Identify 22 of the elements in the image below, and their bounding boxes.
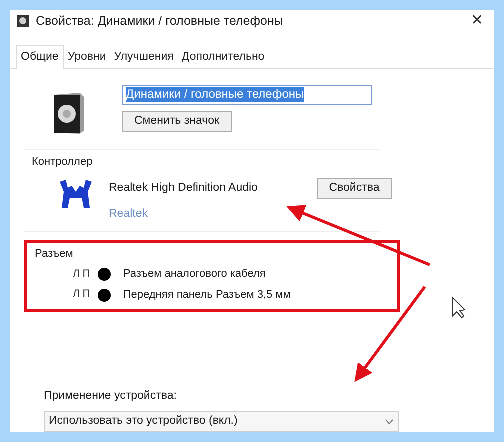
usage-label: Применение устройства: bbox=[44, 388, 178, 404]
tab[interactable]: Уровни bbox=[64, 48, 110, 68]
channel-label: Л П bbox=[73, 266, 90, 282]
properties-button[interactable]: Свойства bbox=[317, 178, 392, 200]
channel-label: Л П bbox=[73, 287, 90, 302]
section-heading: Контроллер bbox=[32, 154, 94, 170]
close-button[interactable]: ✕ bbox=[467, 10, 488, 32]
chevron-down-icon bbox=[385, 418, 394, 424]
mouse-cursor-icon bbox=[452, 296, 466, 319]
change-icon-button[interactable]: Сменить значок bbox=[122, 110, 232, 132]
device-name-field[interactable]: Динамики / головные телефоны bbox=[122, 84, 372, 105]
tab[interactable]: Улучшения bbox=[110, 48, 178, 68]
speaker-icon bbox=[52, 90, 86, 135]
section-heading: Разъем bbox=[35, 246, 74, 262]
jack-label: Передняя панель Разъем 3,5 мм bbox=[123, 288, 291, 303]
speaker-icon bbox=[16, 14, 30, 28]
window-title: Свойства: Динамики / головные телефоны bbox=[36, 12, 284, 30]
jack-label: Разъем аналогового кабеля bbox=[123, 267, 266, 282]
tab[interactable]: Общие bbox=[16, 44, 64, 69]
tab[interactable]: Дополнительно bbox=[178, 48, 269, 68]
controller-name: Realtek High Definition Audio bbox=[109, 181, 259, 196]
usage-dropdown[interactable]: Использовать это устройство (вкл.) bbox=[44, 411, 399, 432]
